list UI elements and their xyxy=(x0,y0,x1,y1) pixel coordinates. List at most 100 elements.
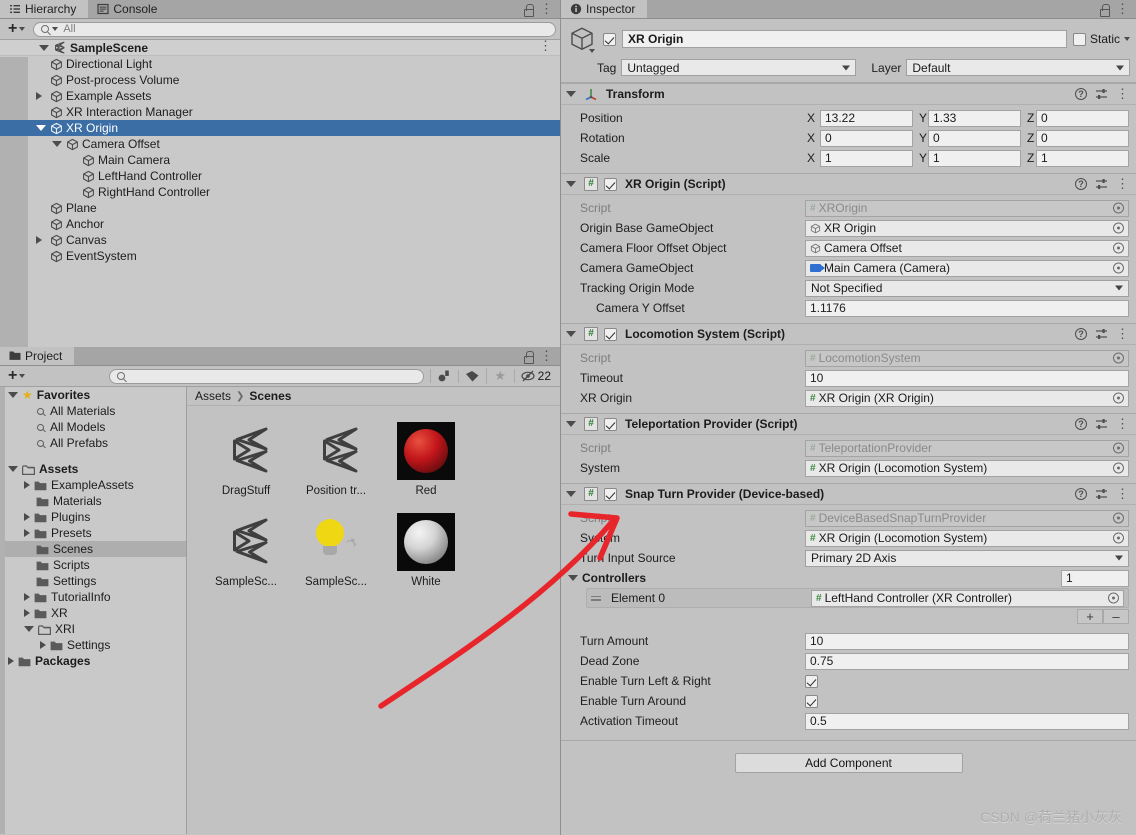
inspector-menu-icon[interactable]: ⋮ xyxy=(1116,2,1129,15)
hierarchy-item-plane[interactable]: Plane xyxy=(0,200,560,216)
object-field[interactable]: # XR Origin (Locomotion System) xyxy=(805,529,1129,547)
controllers-element-0[interactable]: Element 0 # LeftHand Controller (XR Contro… xyxy=(586,588,1129,608)
asset-item[interactable]: SampleSc... xyxy=(291,511,381,588)
hierarchy-item-directional-light[interactable]: Directional Light xyxy=(0,56,560,72)
text-field[interactable]: 10 xyxy=(805,632,1129,650)
scale-x-field[interactable]: 1 xyxy=(820,149,913,167)
text-field[interactable]: 1.1176 xyxy=(805,299,1129,317)
array-remove-button[interactable]: – xyxy=(1103,609,1129,624)
object-field[interactable]: # XR Origin (XR Origin) xyxy=(805,389,1129,407)
hierarchy-item-canvas[interactable]: Canvas xyxy=(0,232,560,248)
preset-icon[interactable] xyxy=(1095,178,1108,190)
object-picker-icon[interactable] xyxy=(1113,442,1124,454)
tab-hierarchy[interactable]: Hierarchy xyxy=(0,0,89,18)
object-field[interactable]: # XR Origin (Locomotion System) xyxy=(805,459,1129,477)
array-foldout-icon[interactable] xyxy=(568,575,578,581)
project-menu-icon[interactable]: ⋮ xyxy=(540,349,553,362)
component-enabled-checkbox[interactable] xyxy=(604,327,617,341)
controllers-size-field[interactable]: 1 xyxy=(1061,569,1129,587)
scale-z-field[interactable]: 1 xyxy=(1036,149,1129,167)
hierarchy-scene-row[interactable]: SampleScene ⋮ xyxy=(0,40,560,56)
text-field[interactable]: 0.75 xyxy=(805,652,1129,670)
help-icon[interactable]: ? xyxy=(1075,178,1087,190)
position-y-field[interactable]: 1.33 xyxy=(928,109,1021,127)
dropdown-field[interactable]: Not Specified xyxy=(805,279,1129,297)
project-tree-item-favorites[interactable]: ★ Favorites xyxy=(0,387,186,403)
array-add-button[interactable]: + xyxy=(1077,609,1103,624)
gameobject-enabled-checkbox[interactable] xyxy=(603,32,616,46)
expand-triangle-icon[interactable] xyxy=(36,125,46,131)
expand-triangle-icon[interactable] xyxy=(36,92,42,100)
object-field[interactable]: Camera Offset xyxy=(805,239,1129,257)
expand-triangle-icon[interactable] xyxy=(52,141,62,147)
asset-item[interactable]: DragStuff xyxy=(201,420,291,497)
component-foldout-icon[interactable] xyxy=(566,331,576,337)
static-checkbox[interactable] xyxy=(1072,32,1086,46)
position-z-field[interactable]: 0 xyxy=(1036,109,1129,127)
tab-project[interactable]: Project xyxy=(0,347,75,365)
asset-item[interactable]: SampleSc... xyxy=(201,511,291,588)
component-header-locomotion-system-script-[interactable]: # Locomotion System (Script)? ⋮ xyxy=(561,323,1136,345)
expand-triangle-icon[interactable] xyxy=(24,529,30,537)
help-icon[interactable]: ? xyxy=(1075,488,1087,500)
help-icon[interactable]: ? xyxy=(1075,418,1087,430)
component-menu-icon[interactable]: ⋮ xyxy=(1116,177,1129,190)
gameobject-icon-chevron-icon[interactable] xyxy=(589,49,595,53)
checkbox-field[interactable] xyxy=(805,674,818,688)
project-tree-item-assets[interactable]: Assets xyxy=(0,461,186,477)
gameobject-icon[interactable] xyxy=(567,24,597,54)
breadcrumb-scenes[interactable]: Scenes xyxy=(249,389,291,403)
project-tree-item-all-prefabs[interactable]: All Prefabs xyxy=(0,435,186,451)
component-header-xr-origin-script-[interactable]: # XR Origin (Script)? ⋮ xyxy=(561,173,1136,195)
hierarchy-menu-icon[interactable]: ⋮ xyxy=(540,2,553,15)
lock-icon[interactable] xyxy=(523,350,534,364)
hierarchy-item-camera-offset[interactable]: Camera Offset xyxy=(0,136,560,152)
project-tree-item-presets[interactable]: Presets xyxy=(0,525,186,541)
project-search-input[interactable] xyxy=(109,368,424,384)
create-gameobject-button[interactable]: + xyxy=(4,21,29,37)
tab-console[interactable]: Console xyxy=(88,0,170,18)
project-tree-item-all-materials[interactable]: All Materials xyxy=(0,403,186,419)
scale-y-field[interactable]: 1 xyxy=(928,149,1021,167)
project-folder-tree[interactable]: ★ Favorites All Materials All Models All Pre… xyxy=(0,387,187,834)
component-foldout-icon[interactable] xyxy=(566,421,576,427)
component-menu-icon[interactable]: ⋮ xyxy=(1116,487,1129,500)
object-picker-icon[interactable] xyxy=(1113,262,1124,274)
preset-icon[interactable] xyxy=(1095,488,1108,500)
filter-by-type-icon[interactable] xyxy=(429,369,458,383)
help-icon[interactable]: ? xyxy=(1075,88,1087,100)
component-menu-icon[interactable]: ⋮ xyxy=(1116,327,1129,340)
hierarchy-search-input[interactable]: All xyxy=(33,21,556,37)
static-dropdown-chevron-icon[interactable] xyxy=(1124,37,1130,41)
dropdown-field[interactable]: Primary 2D Axis xyxy=(805,549,1129,567)
component-foldout-icon[interactable] xyxy=(566,181,576,187)
filter-by-favorite-icon[interactable]: ★ xyxy=(485,368,514,384)
project-tree-item-tutorialinfo[interactable]: TutorialInfo xyxy=(0,589,186,605)
hierarchy-item-main-camera[interactable]: Main Camera xyxy=(0,152,560,168)
expand-triangle-icon[interactable] xyxy=(24,513,30,521)
scene-menu-icon[interactable]: ⋮ xyxy=(539,40,552,52)
component-foldout-icon[interactable] xyxy=(566,491,576,497)
project-tree-item-plugins[interactable]: Plugins xyxy=(0,509,186,525)
checkbox-field[interactable] xyxy=(805,694,818,708)
project-tree-item-materials[interactable]: Materials xyxy=(0,493,186,509)
component-menu-icon[interactable]: ⋮ xyxy=(1116,87,1129,100)
project-tree-item-xri[interactable]: XRI xyxy=(0,621,186,637)
hierarchy-item-righthand-controller[interactable]: RightHand Controller xyxy=(0,184,560,200)
tab-inspector[interactable]: Inspector xyxy=(561,0,648,18)
hidden-packages-indicator[interactable]: 22 xyxy=(513,369,556,383)
project-tree-item-packages[interactable]: Packages xyxy=(0,653,186,669)
project-tree-item-settings[interactable]: Settings xyxy=(0,573,186,589)
asset-item[interactable]: White xyxy=(381,511,471,588)
rotation-z-field[interactable]: 0 xyxy=(1036,129,1129,147)
object-field[interactable]: Main Camera (Camera) xyxy=(805,259,1129,277)
help-icon[interactable]: ? xyxy=(1075,328,1087,340)
gameobject-name-field[interactable]: XR Origin xyxy=(622,30,1067,48)
component-foldout-icon[interactable] xyxy=(566,91,576,97)
component-header-transform[interactable]: Transform? ⋮ xyxy=(561,83,1136,105)
object-picker-icon[interactable] xyxy=(1113,512,1124,524)
asset-item[interactable]: Position tr... xyxy=(291,420,381,497)
project-tree-item-scripts[interactable]: Scripts xyxy=(0,557,186,573)
object-picker-icon[interactable] xyxy=(1113,352,1124,364)
hierarchy-tree[interactable]: SampleScene ⋮ Directional Light Post-proc… xyxy=(0,40,560,347)
